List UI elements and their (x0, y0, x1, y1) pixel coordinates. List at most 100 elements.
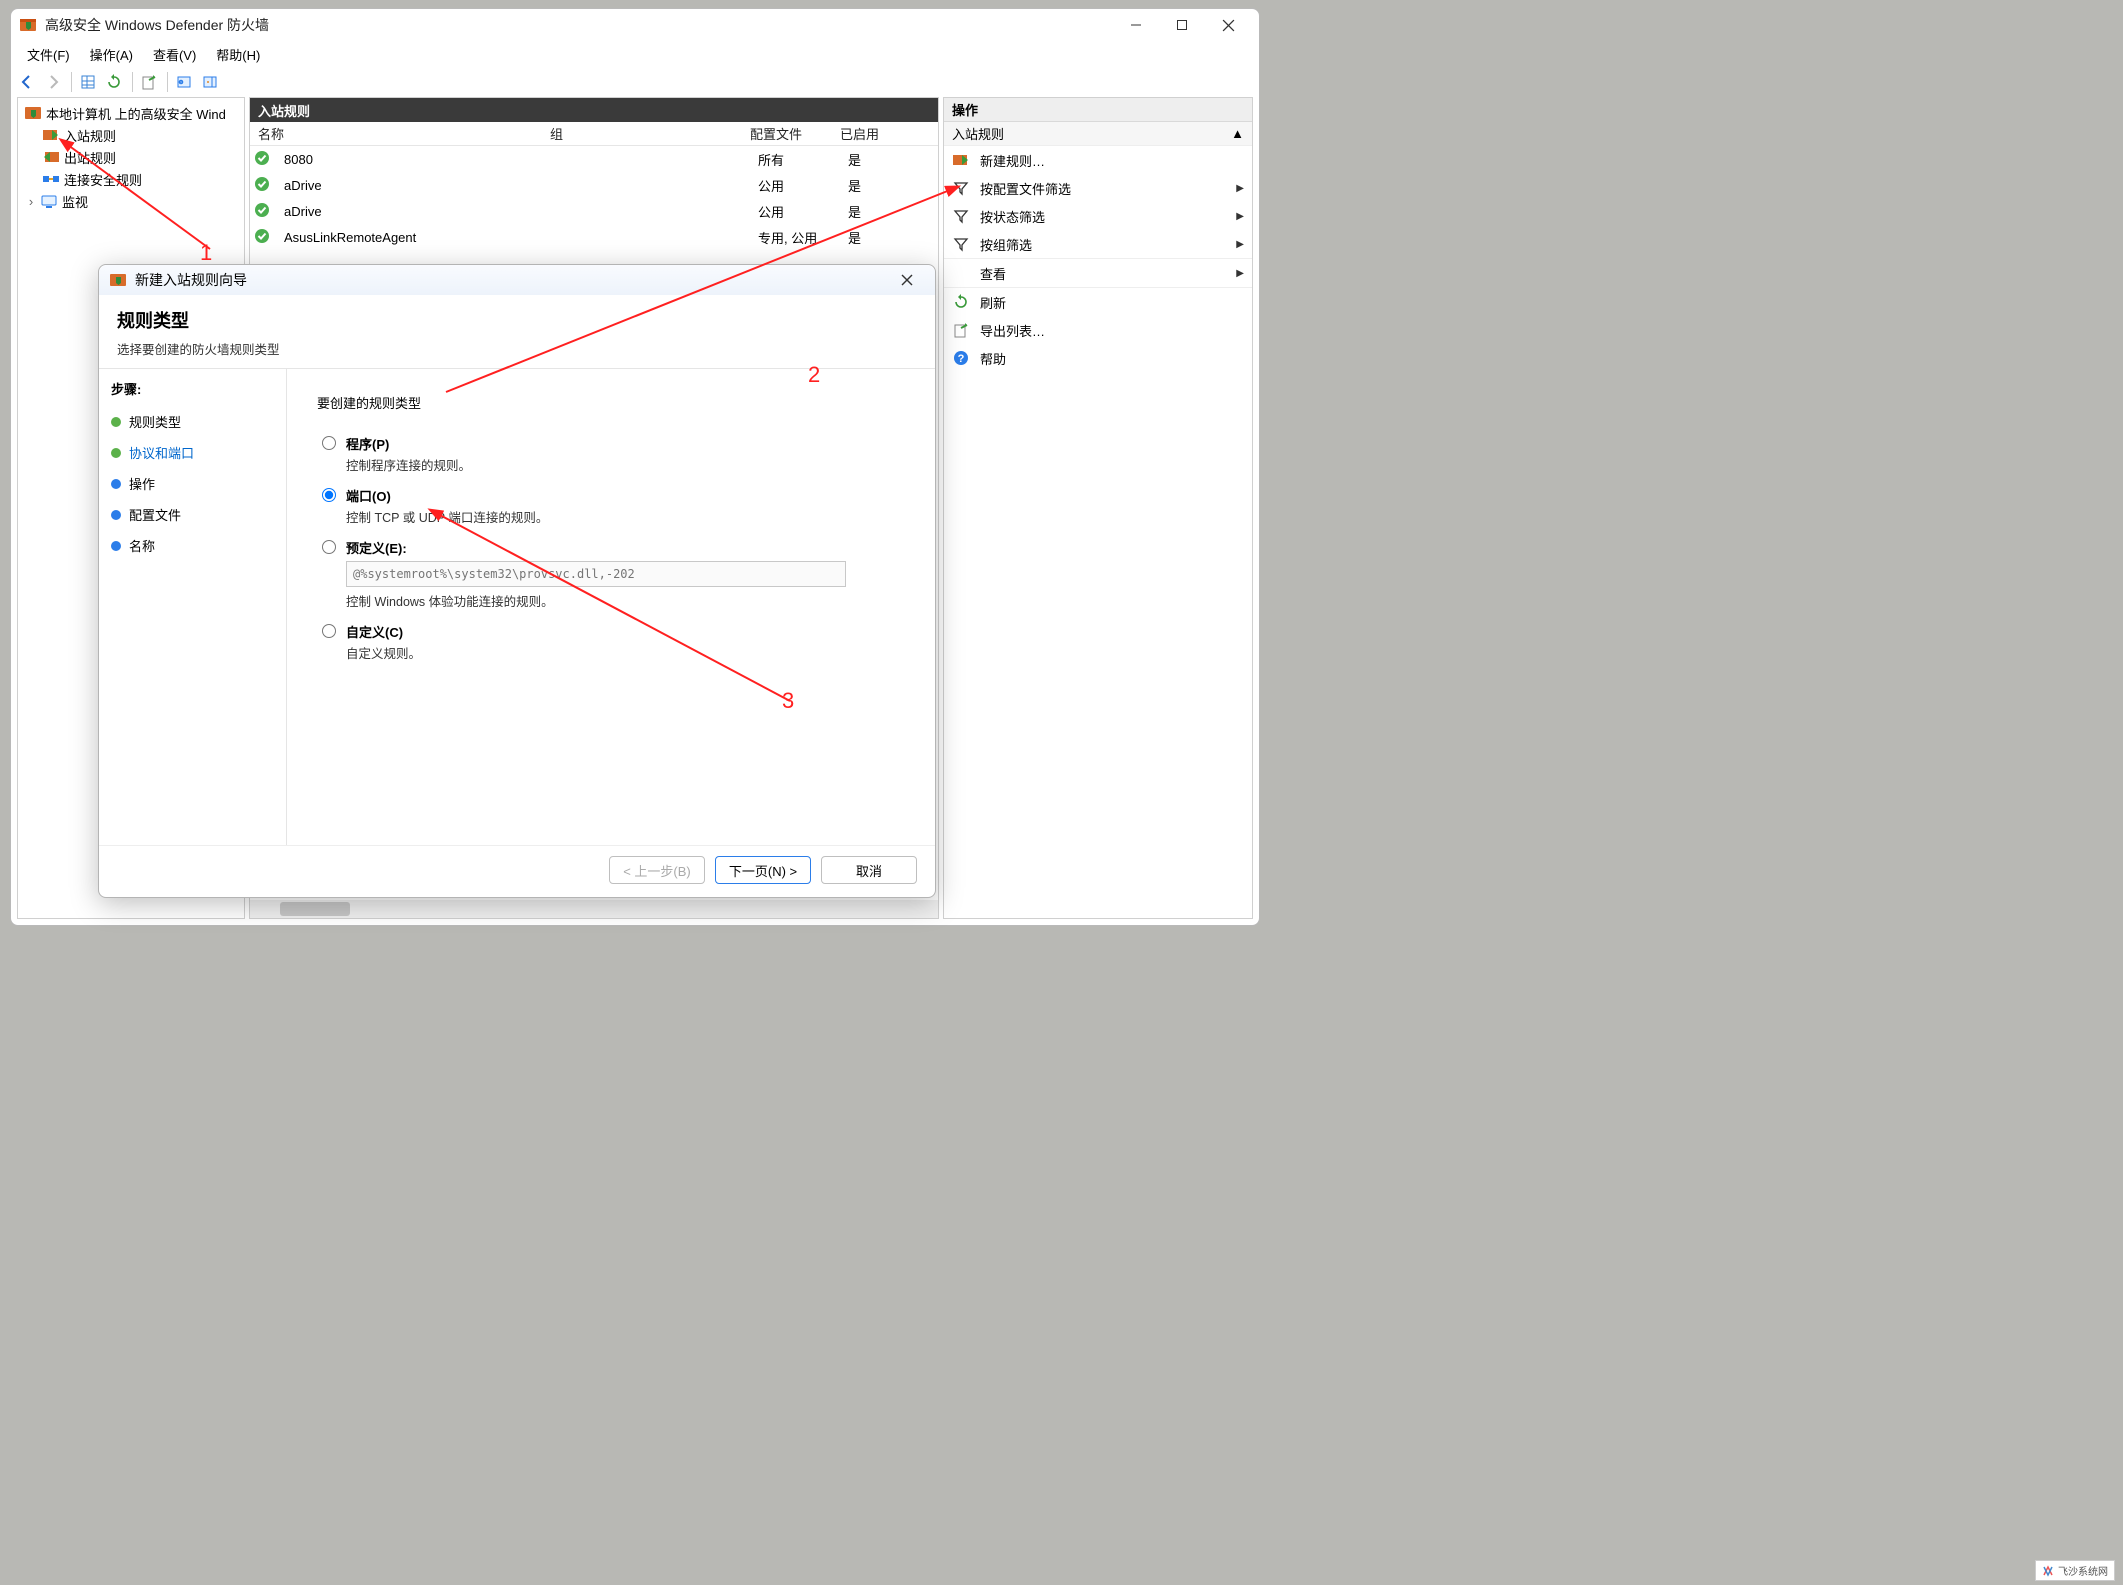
wizard-body: 步骤: 规则类型 协议和端口 操作 配置文件 名称 要创建的规则类型 程序(P)… (99, 368, 935, 845)
wizard-close-button[interactable] (889, 268, 925, 292)
action-help[interactable]: ? 帮助 (944, 344, 1252, 372)
chevron-right-icon: ▶ (1236, 183, 1244, 194)
tree-item-monitor[interactable]: › 监视 (20, 190, 242, 212)
action-new-rule[interactable]: 新建规则… (944, 146, 1252, 174)
new-rule-wizard: 新建入站规则向导 规则类型 选择要创建的防火墙规则类型 步骤: 规则类型 协议和… (98, 264, 936, 898)
option-predef[interactable]: 预定义(E): 控制 Windows 体验功能连接的规则。 (317, 538, 905, 610)
step-rule-type[interactable]: 规则类型 (111, 406, 274, 437)
action-view[interactable]: 查看 ▶ (944, 259, 1252, 287)
toolbar-back-button[interactable] (15, 70, 39, 94)
expander-icon[interactable]: › (24, 194, 38, 209)
step-profile[interactable]: 配置文件 (111, 499, 274, 530)
toolbar-help-button[interactable]: ? (172, 70, 196, 94)
action-filter-profile[interactable]: 按配置文件筛选 ▶ (944, 174, 1252, 202)
col-group[interactable]: 组 (550, 124, 750, 143)
chevron-right-icon: ▶ (1236, 211, 1244, 222)
table-row[interactable]: 8080 所有 是 (250, 146, 938, 172)
cell-enabled: 是 (848, 150, 928, 169)
tree-item-label: 出站规则 (64, 148, 116, 167)
option-port[interactable]: 端口(O) 控制 TCP 或 UDP 端口连接的规则。 (317, 486, 905, 526)
tree: 本地计算机 上的高级安全 Wind 入站规则 出站规则 连接安全规则 (18, 98, 244, 216)
close-button[interactable] (1205, 9, 1251, 41)
blank-icon (952, 264, 970, 282)
radio-port[interactable] (322, 488, 336, 502)
menu-file[interactable]: 文件(F) (17, 42, 80, 67)
action-label: 查看 (980, 264, 1006, 283)
cell-name: 8080 (276, 152, 558, 167)
svg-text:?: ? (958, 353, 965, 365)
rules-header-title: 入站规则 (258, 101, 310, 120)
watermark-text: 飞沙系统网 (2058, 1563, 2108, 1578)
inbound-rules-icon (42, 126, 60, 144)
wizard-buttons: < 上一步(B) 下一页(N) > 取消 (99, 845, 935, 897)
firewall-app-icon (19, 16, 37, 34)
menu-help[interactable]: 帮助(H) (206, 42, 270, 67)
cell-profile: 所有 (758, 150, 848, 169)
col-enabled[interactable]: 已启用 (840, 124, 920, 143)
option-label: 端口(O) (346, 489, 391, 504)
cell-name: aDrive (276, 178, 558, 193)
menu-action[interactable]: 操作(A) (80, 42, 143, 67)
option-desc: 控制 TCP 或 UDP 端口连接的规则。 (346, 507, 548, 526)
action-filter-group[interactable]: 按组筛选 ▶ (944, 230, 1252, 258)
toolbar-pane-button[interactable] (198, 70, 222, 94)
step-label: 协议和端口 (129, 443, 194, 462)
actions-section[interactable]: 入站规则 ▲ (944, 122, 1252, 146)
firewall-icon (24, 104, 42, 122)
action-filter-state[interactable]: 按状态筛选 ▶ (944, 202, 1252, 230)
tree-root-label: 本地计算机 上的高级安全 Wind (46, 104, 226, 123)
table-row[interactable]: AsusLinkRemoteAgent 专用, 公用 是 (250, 224, 938, 250)
step-name[interactable]: 名称 (111, 530, 274, 561)
table-row[interactable]: aDrive 公用 是 (250, 172, 938, 198)
tree-item-connsec[interactable]: 连接安全规则 (20, 168, 242, 190)
option-program[interactable]: 程序(P) 控制程序连接的规则。 (317, 434, 905, 474)
cancel-button[interactable]: 取消 (821, 856, 917, 884)
action-refresh[interactable]: 刷新 (944, 288, 1252, 316)
predef-dropdown[interactable] (346, 561, 846, 587)
col-profile[interactable]: 配置文件 (750, 124, 840, 143)
action-label: 帮助 (980, 349, 1006, 368)
step-protocol-port[interactable]: 协议和端口 (111, 437, 274, 468)
rule-allow-icon (254, 176, 272, 194)
toolbar-refresh-button[interactable] (102, 70, 126, 94)
toolbar-forward-button[interactable] (41, 70, 65, 94)
cell-name: AsusLinkRemoteAgent (276, 230, 558, 245)
toolbar-export-button[interactable] (137, 70, 161, 94)
radio-custom[interactable] (322, 624, 336, 638)
wizard-heading-text: 规则类型 (117, 307, 917, 333)
radio-program[interactable] (322, 436, 336, 450)
option-desc: 自定义规则。 (346, 643, 421, 662)
toolbar: ? (11, 67, 1259, 97)
refresh-icon (952, 293, 970, 311)
table-row[interactable]: aDrive 公用 是 (250, 198, 938, 224)
option-custom[interactable]: 自定义(C) 自定义规则。 (317, 622, 905, 662)
action-export[interactable]: 导出列表… (944, 316, 1252, 344)
rule-allow-icon (254, 228, 272, 246)
rules-header: 入站规则 (250, 98, 938, 122)
back-button[interactable]: < 上一步(B) (609, 856, 705, 884)
toolbar-grid-button[interactable] (76, 70, 100, 94)
wizard-subheading: 选择要创建的防火墙规则类型 (117, 339, 917, 358)
rules-body: 8080 所有 是 aDrive 公用 是 aDrive 公用 (250, 146, 938, 250)
new-rule-icon (952, 151, 970, 169)
next-button[interactable]: 下一页(N) > (715, 856, 811, 884)
maximize-button[interactable] (1159, 9, 1205, 41)
tree-root[interactable]: 本地计算机 上的高级安全 Wind (20, 102, 242, 124)
cell-enabled: 是 (848, 176, 928, 195)
wizard-title-text: 新建入站规则向导 (135, 270, 247, 290)
tree-item-outbound[interactable]: 出站规则 (20, 146, 242, 168)
option-label: 自定义(C) (346, 625, 403, 640)
col-name[interactable]: 名称 (250, 124, 550, 143)
step-label: 规则类型 (129, 412, 181, 431)
titlebar: 高级安全 Windows Defender 防火墙 (11, 9, 1259, 41)
action-label: 按状态筛选 (980, 207, 1045, 226)
minimize-button[interactable] (1113, 9, 1159, 41)
tree-item-inbound[interactable]: 入站规则 (20, 124, 242, 146)
step-action[interactable]: 操作 (111, 468, 274, 499)
option-label: 预定义(E): (346, 541, 407, 556)
option-desc: 控制 Windows 体验功能连接的规则。 (346, 591, 905, 610)
radio-predef[interactable] (322, 540, 336, 554)
horizontal-scrollbar[interactable] (250, 900, 938, 918)
menu-view[interactable]: 查看(V) (143, 42, 206, 67)
rule-allow-icon (254, 202, 272, 220)
